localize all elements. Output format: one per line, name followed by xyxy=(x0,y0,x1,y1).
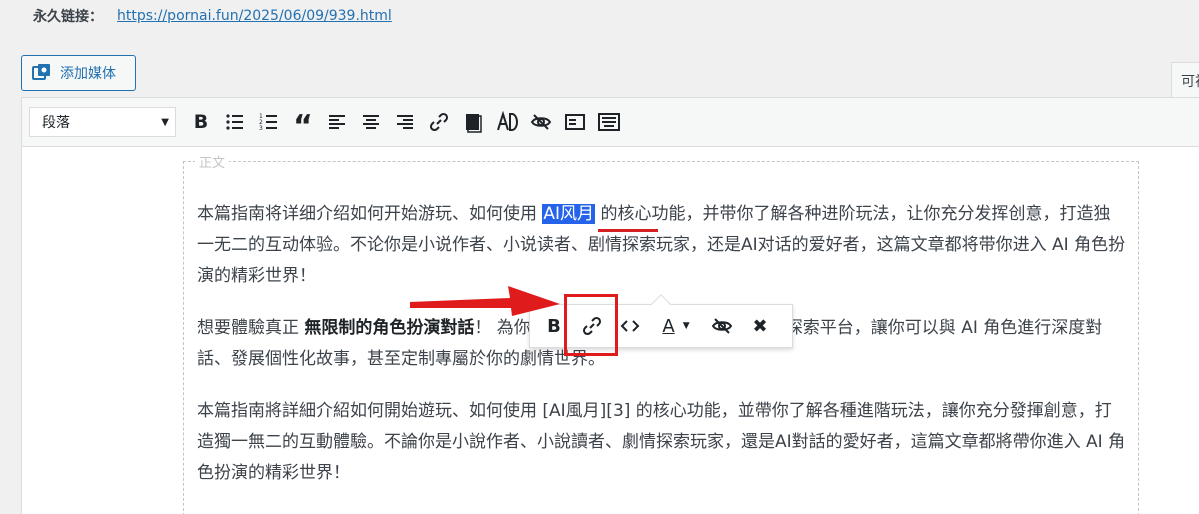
align-left-icon xyxy=(329,115,345,129)
selected-text[interactable]: AI风月 xyxy=(542,204,596,224)
permalink-url[interactable]: https://pornai.fun/2025/06/09/939.html xyxy=(117,8,392,24)
add-media-button[interactable]: 添加媒体 xyxy=(21,55,136,91)
bulleted-list-icon xyxy=(226,114,243,130)
close-icon: ✖ xyxy=(752,315,768,337)
insert-link-button[interactable] xyxy=(422,105,456,139)
chevron-down-icon: ▼ xyxy=(682,321,690,331)
ai-toggle-button[interactable] xyxy=(490,105,524,139)
template-icon xyxy=(565,114,585,130)
bulleted-list-button[interactable] xyxy=(218,105,252,139)
format-select[interactable]: 段落 ▼ xyxy=(29,107,176,137)
bold-icon: B xyxy=(193,111,209,133)
p2-text-before: 想要體驗真正 xyxy=(197,318,305,338)
align-center-icon xyxy=(363,115,379,129)
annotation-box xyxy=(564,294,618,356)
p2-text-after: ！ xyxy=(474,318,492,338)
read-more-button[interactable] xyxy=(456,105,490,139)
align-right-icon xyxy=(397,115,413,129)
paragraph-3[interactable]: 本篇指南將詳細介紹如何開始遊玩、如何使用 [AI風月][3] 的核心功能，並帶你… xyxy=(197,396,1127,489)
bold-button[interactable]: B xyxy=(184,105,218,139)
p3-text: 本篇指南將詳細介紹如何開始遊玩、如何使用 [AI風月][3] 的核心功能，並帶你… xyxy=(197,401,1126,483)
ai-icon xyxy=(497,111,518,131)
inline-code-button[interactable] xyxy=(614,310,646,342)
text-color-icon: A xyxy=(662,315,675,337)
align-right-button[interactable] xyxy=(388,105,422,139)
eye-slash-icon xyxy=(711,318,733,334)
editor-toolbar: 段落 ▼ B 123 “ xyxy=(22,98,1199,147)
hide-toggle-button[interactable] xyxy=(524,105,558,139)
format-select-value: 段落 xyxy=(42,115,70,131)
link-icon xyxy=(429,112,449,132)
add-media-label: 添加媒体 xyxy=(60,66,116,82)
permalink-row: 永久链接： https://pornai.fun/2025/06/09/939.… xyxy=(33,6,392,26)
bold-icon: B xyxy=(547,315,561,337)
numbered-list-icon: 123 xyxy=(259,113,277,132)
p2-bold-text: 無限制的角色扮演對話 xyxy=(304,318,475,338)
annotation-underline xyxy=(598,229,658,232)
inline-close-button[interactable]: ✖ xyxy=(744,310,776,342)
quote-icon: “ xyxy=(293,109,313,144)
read-more-icon xyxy=(466,114,482,133)
code-icon xyxy=(620,320,640,332)
keyboard-icon xyxy=(598,113,620,131)
eye-slash-icon xyxy=(530,114,552,130)
content-label: 正文 xyxy=(195,152,230,171)
keyboard-button[interactable] xyxy=(592,105,626,139)
text-color-button[interactable]: A ▼ xyxy=(652,310,700,342)
blockquote-button[interactable]: “ xyxy=(286,105,320,144)
template-button[interactable] xyxy=(558,105,592,139)
tab-visual[interactable]: 可视化 xyxy=(1171,62,1199,98)
media-icon xyxy=(32,64,52,82)
align-left-button[interactable] xyxy=(320,105,354,139)
align-center-button[interactable] xyxy=(354,105,388,139)
p1-text-before: 本篇指南将详细介绍如何开始游玩、如何使用 xyxy=(197,204,543,224)
paragraph-1[interactable]: 本篇指南将详细介绍如何开始游玩、如何使用 AI风月 的核心功能，并带你了解各种进… xyxy=(197,199,1127,292)
inline-hide-button[interactable] xyxy=(706,310,738,342)
chevron-down-icon: ▼ xyxy=(161,116,169,128)
numbered-list-button[interactable]: 123 xyxy=(252,105,286,139)
permalink-label: 永久链接： xyxy=(33,9,103,25)
svg-text:3: 3 xyxy=(259,125,263,132)
annotation-arrow xyxy=(410,286,560,316)
